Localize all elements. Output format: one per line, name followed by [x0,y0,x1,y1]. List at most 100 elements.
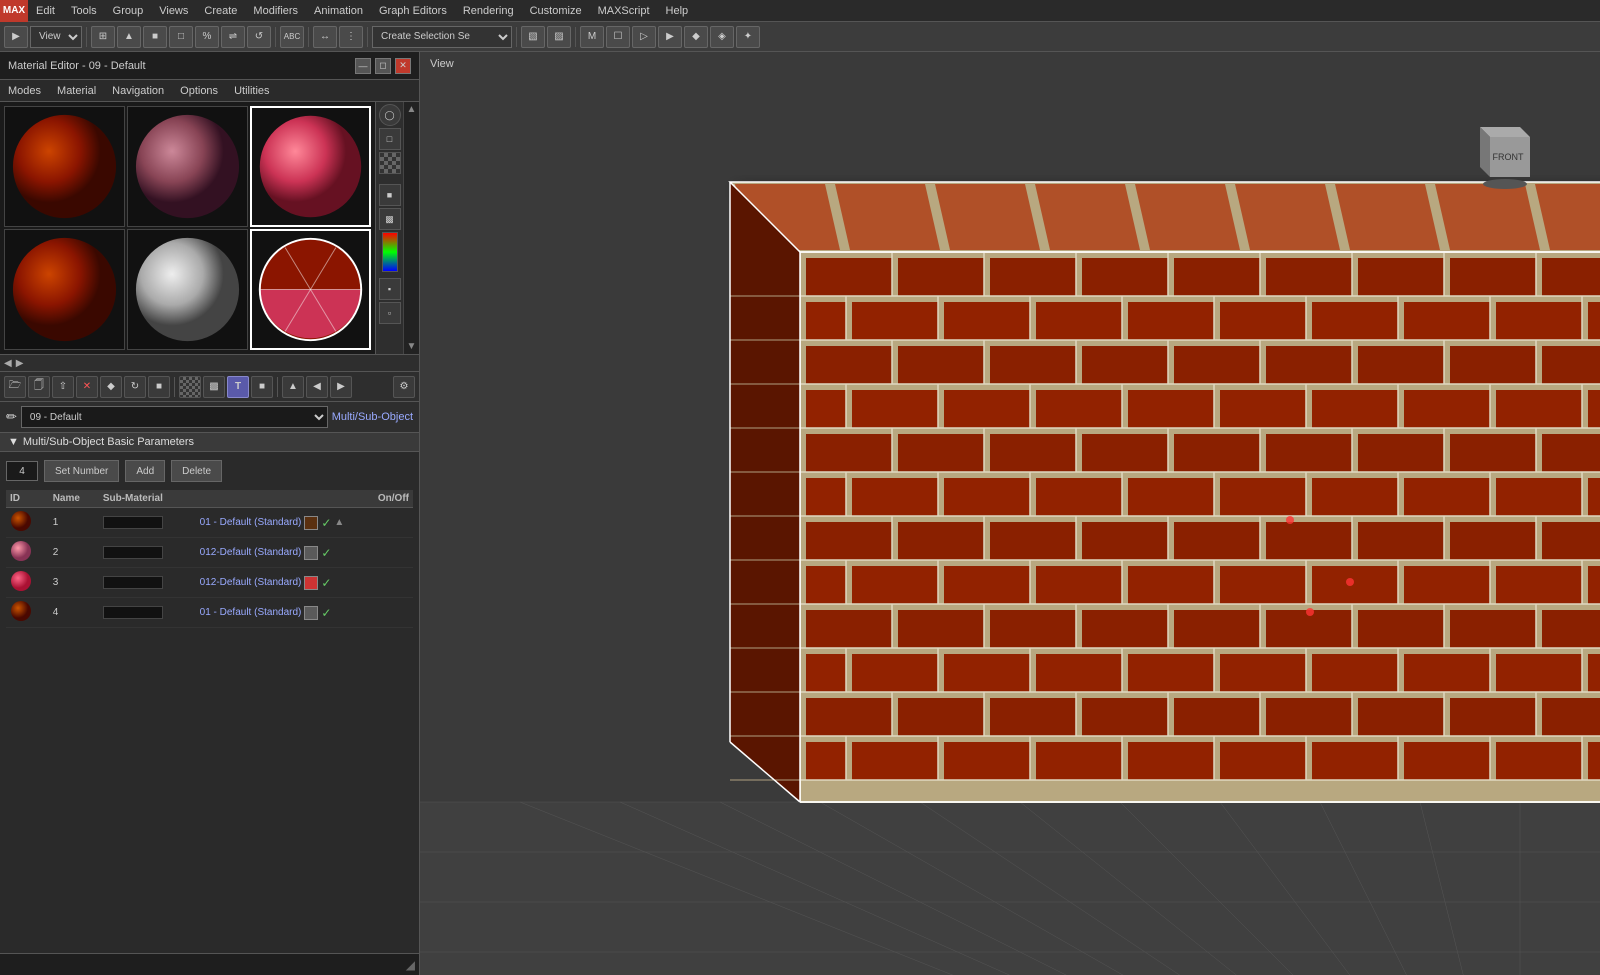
sample-backlight-btn[interactable]: □ [379,128,401,150]
mat-menu-navigation[interactable]: Navigation [104,80,172,102]
row3-color-swatch[interactable] [304,576,318,590]
go-sibling-prev-btn[interactable]: ◀ [306,376,328,398]
row4-color-swatch[interactable] [304,606,318,620]
menu-animation[interactable]: Animation [306,0,371,22]
set-number-button[interactable]: Set Number [44,460,119,482]
row1-scroll-btn[interactable]: ▲ [334,517,344,528]
snap-btn[interactable]: ⊞ [91,26,115,48]
reset-map-btn[interactable]: ↻ [124,376,146,398]
row4-check[interactable]: ✓ [321,606,331,620]
camera-btn[interactable]: ■ [148,376,170,398]
sample-extra1-btn[interactable]: ▪ [379,278,401,300]
menu-rendering[interactable]: Rendering [455,0,522,22]
render-prod-btn[interactable]: ▶ [658,26,682,48]
mat-menu-material[interactable]: Material [49,80,104,102]
sample-type-sphere-btn[interactable]: ◯ [379,104,401,126]
row4-name[interactable] [99,598,196,628]
align-btn[interactable]: ⋮ [339,26,363,48]
delete-material-btn[interactable]: ✕ [76,376,98,398]
slots-scroll-up[interactable]: ▲ [407,104,417,115]
render-quick-btn[interactable]: ▷ [632,26,656,48]
percent-btn[interactable]: % [195,26,219,48]
pick-material-btn[interactable]: 🗁 [4,376,26,398]
sample-bg-btn[interactable] [379,152,401,174]
row1-name[interactable] [99,508,196,538]
render-effects-btn[interactable]: ✦ [736,26,760,48]
menu-graph-editors[interactable]: Graph Editors [371,0,455,22]
menu-customize[interactable]: Customize [522,0,590,22]
row1-check[interactable]: ✓ [321,516,331,530]
material-type-label[interactable]: Multi/Sub-Object [332,411,413,423]
sample-slot-2[interactable] [127,106,248,227]
params-collapse-arrow[interactable]: ▼ [8,436,19,448]
row3-check[interactable]: ✓ [321,576,331,590]
close-button[interactable]: ✕ [395,58,411,74]
move-btn[interactable]: ⇌ [221,26,245,48]
schematic-btn[interactable]: ▨ [547,26,571,48]
view-select[interactable]: View [30,26,82,48]
sample-slot-4[interactable] [4,229,125,350]
set-number-input[interactable] [6,461,38,481]
mat-menu-modes[interactable]: Modes [0,80,49,102]
sample-slot-1[interactable] [4,106,125,227]
menu-create[interactable]: Create [196,0,245,22]
slots-next-btn[interactable]: ▶ [16,358,24,369]
select-btn[interactable]: ▶ [4,26,28,48]
menu-group[interactable]: Group [105,0,152,22]
get-material-btn[interactable]: 🗍 [28,376,50,398]
mirror-btn[interactable]: ↔ [313,26,337,48]
material-btn[interactable]: M [580,26,604,48]
menu-maxscript[interactable]: MAXScript [590,0,658,22]
video-color-btn[interactable]: ▩ [203,376,225,398]
row4-submaterial-label[interactable]: 01 - Default (Standard) [200,607,302,618]
snap2d-btn[interactable]: ▲ [117,26,141,48]
view-cube[interactable]: FRONT [1460,112,1540,192]
panel-resize-handle[interactable]: ◢ [406,958,415,972]
render-frame-btn[interactable]: ☐ [606,26,630,48]
slots-prev-btn[interactable]: ◀ [4,358,12,369]
checkerboard-btn[interactable] [179,376,201,398]
menu-edit[interactable]: Edit [28,0,63,22]
menu-views[interactable]: Views [151,0,196,22]
restore-button[interactable]: ◻ [375,58,391,74]
add-button[interactable]: Add [125,460,165,482]
render-env-btn[interactable]: ◈ [710,26,734,48]
minimize-button[interactable]: — [355,58,371,74]
row2-name[interactable] [99,538,196,568]
row2-check[interactable]: ✓ [321,546,331,560]
row2-submaterial-label[interactable]: 012-Default (Standard) [200,547,302,558]
current-material-select[interactable]: 09 - Default [21,406,328,428]
mat-menu-utilities[interactable]: Utilities [226,80,277,102]
3d-viewport[interactable]: View [420,52,1600,975]
create-selection-select[interactable]: Create Selection Se [372,26,512,48]
row2-color-swatch[interactable] [304,546,318,560]
show-end-result-btn[interactable]: ■ [251,376,273,398]
sample-rgb-btn[interactable] [382,232,398,272]
render-iter-btn[interactable]: ◆ [684,26,708,48]
sample-slot-5[interactable] [127,229,248,350]
menu-help[interactable]: Help [658,0,697,22]
make-unique-btn[interactable]: ◆ [100,376,122,398]
row1-color-swatch[interactable] [304,516,318,530]
sample-slot-6[interactable] [250,229,371,350]
abc-btn[interactable]: ABC [280,26,304,48]
mat-options-btn[interactable]: ⚙ [393,376,415,398]
menu-modifiers[interactable]: Modifiers [245,0,306,22]
row3-submaterial-label[interactable]: 012-Default (Standard) [200,577,302,588]
slots-scroll-down[interactable]: ▼ [407,341,417,352]
snap3d-btn[interactable]: ■ [143,26,167,48]
sample-options-btn[interactable]: ■ [379,184,401,206]
sample-extra2-btn[interactable]: ▫ [379,302,401,324]
max-logo[interactable]: MAX [0,0,28,22]
menu-tools[interactable]: Tools [63,0,105,22]
row3-name[interactable] [99,568,196,598]
row1-submaterial-label[interactable]: 01 - Default (Standard) [200,517,302,528]
go-parent-btn[interactable]: ▲ [282,376,304,398]
graph-btn[interactable]: ▧ [521,26,545,48]
rotate-btn[interactable]: ↺ [247,26,271,48]
delete-button[interactable]: Delete [171,460,222,482]
render-btn[interactable]: □ [169,26,193,48]
sample-video-btn[interactable]: ▩ [379,208,401,230]
go-sibling-next-btn[interactable]: ▶ [330,376,352,398]
sample-slot-3[interactable] [250,106,371,227]
